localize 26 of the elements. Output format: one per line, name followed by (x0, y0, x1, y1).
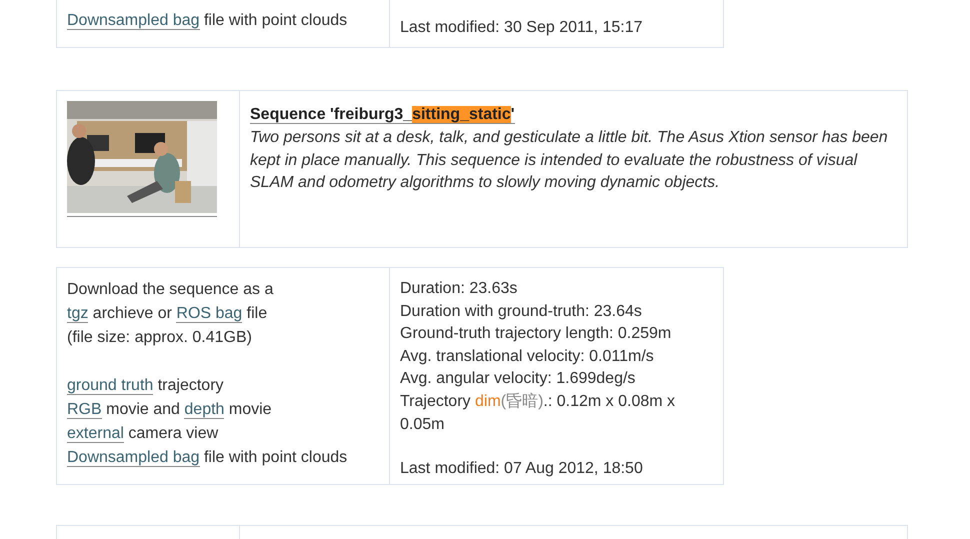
stat-line: Avg. angular velocity: 1.699deg/s (400, 369, 636, 390)
stat-line: Trajectory dim(昏暗).: 0.12m x 0.08m x 0.05m (400, 392, 676, 435)
file-link[interactable]: RGB (67, 401, 102, 419)
last-modified-text: Last modified: 30 Sep 2011, 15:17 (400, 18, 644, 38)
file-link[interactable]: depth (184, 401, 224, 419)
download-line: (file size: approx. 0.41GB) (67, 328, 253, 348)
download-line: tgz archieve or ROS bag file (67, 304, 268, 325)
last-modified-text: Last modified: 07 Aug 2012, 18:50 (400, 459, 644, 480)
file-link[interactable]: ROS bag (176, 305, 242, 323)
file-link[interactable]: tgz (67, 305, 88, 323)
file-link[interactable]: ground truth (67, 377, 154, 395)
stat-line: Duration: 23.63s (400, 279, 518, 299)
sequence-description: Two persons sit at a desk, talk, and gesticulate a little bit. The Asus Xtion sensor has been kept in place manually. This sequence is intended to evaluate the robustness of visual SLAM and odometry algorithms to slowly moving dynamic objects. (250, 128, 889, 194)
file-line: ground truth trajectory (67, 376, 225, 397)
file-link[interactable]: Downsampled bag (67, 12, 200, 30)
file-link[interactable]: external (67, 425, 124, 443)
file-line: external camera view (67, 424, 220, 445)
download-line: Download the sequence as a (67, 280, 274, 300)
file-line: Downsampled bag file with point clouds (67, 448, 348, 469)
file-line: RGB movie and depth movie (67, 400, 273, 421)
file-link[interactable]: Downsampled bag (67, 449, 200, 467)
stat-line: Avg. translational velocity: 0.011m/s (400, 346, 655, 367)
sequence-title-link[interactable]: Sequence 'freiburg3_sitting_static' (250, 106, 515, 124)
stat-line: Duration with ground-truth: 23.64s (400, 302, 643, 322)
stat-line: Ground-truth trajectory length: 0.259m (400, 324, 672, 344)
file-line: Downsampled bag file with point clouds (67, 11, 348, 32)
